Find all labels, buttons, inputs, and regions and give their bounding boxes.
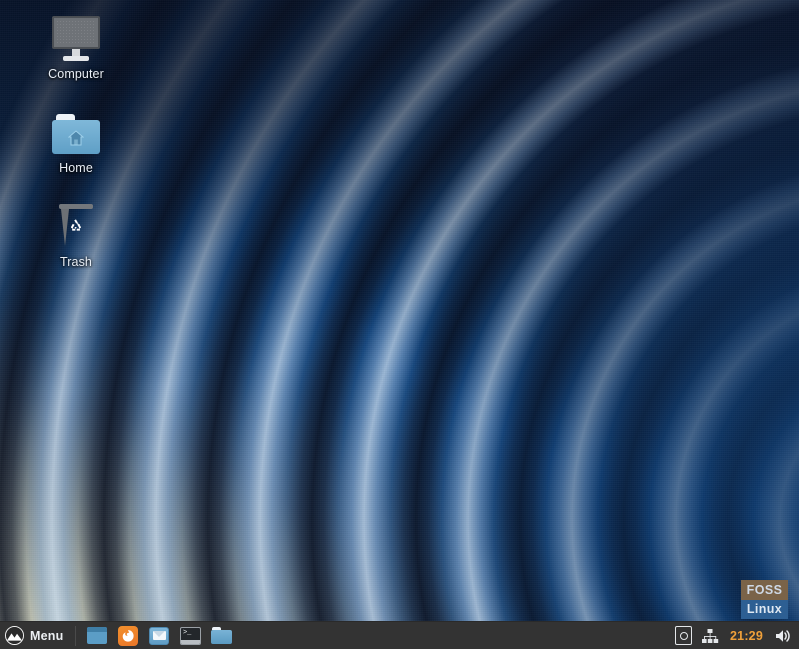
window-icon bbox=[87, 627, 108, 644]
desktop-icon-label: Home bbox=[59, 160, 93, 175]
terminal-icon: >_ bbox=[179, 626, 201, 645]
taskbar[interactable]: Menu >_ 21:29 bbox=[0, 621, 799, 649]
launcher-terminal[interactable]: >_ bbox=[179, 625, 201, 647]
home-folder-icon bbox=[30, 102, 122, 156]
house-glyph-icon bbox=[68, 130, 84, 146]
launcher-files[interactable] bbox=[210, 625, 232, 647]
taskbar-separator bbox=[75, 625, 77, 646]
volume-icon bbox=[776, 629, 790, 642]
mint-menu-icon bbox=[5, 626, 24, 645]
watermark-linux: Linux bbox=[741, 599, 788, 619]
tray-network[interactable] bbox=[701, 625, 719, 647]
menu-button[interactable]: Menu bbox=[0, 623, 71, 649]
firefox-icon bbox=[118, 625, 139, 646]
system-tray: 21:29 bbox=[675, 625, 799, 647]
launcher-mail[interactable] bbox=[148, 625, 170, 647]
desktop-icon-column: Computer Home Trash bbox=[30, 8, 122, 289]
watermark-foss: FOSS bbox=[741, 580, 788, 600]
menu-button-label: Menu bbox=[30, 628, 64, 643]
trash-icon bbox=[30, 196, 122, 250]
tray-update-manager[interactable] bbox=[675, 625, 693, 647]
desktop-icon-trash[interactable]: Trash bbox=[30, 196, 122, 270]
desktop-icon-label: Computer bbox=[48, 67, 104, 81]
network-icon bbox=[702, 628, 719, 643]
desktop-icon-computer[interactable]: Computer bbox=[30, 8, 122, 82]
launcher-firefox[interactable] bbox=[117, 625, 139, 647]
clock[interactable]: 21:29 bbox=[728, 629, 765, 643]
mail-icon bbox=[149, 626, 170, 645]
desktop-icon-home[interactable]: Home bbox=[30, 102, 122, 176]
watermark: FOSS Linux bbox=[741, 580, 788, 619]
launcher-group: >_ bbox=[80, 625, 232, 647]
monitor-icon bbox=[30, 8, 122, 62]
desktop-icon-label: Trash bbox=[60, 254, 92, 269]
update-manager-icon bbox=[675, 626, 693, 645]
tray-volume[interactable] bbox=[774, 625, 792, 647]
recycle-glyph-icon bbox=[70, 218, 82, 231]
folder-icon bbox=[210, 627, 232, 644]
desktop[interactable]: Computer Home Trash FOSS Linux Menu >_ 2… bbox=[0, 0, 799, 649]
launcher-show-desktop[interactable] bbox=[86, 625, 108, 647]
